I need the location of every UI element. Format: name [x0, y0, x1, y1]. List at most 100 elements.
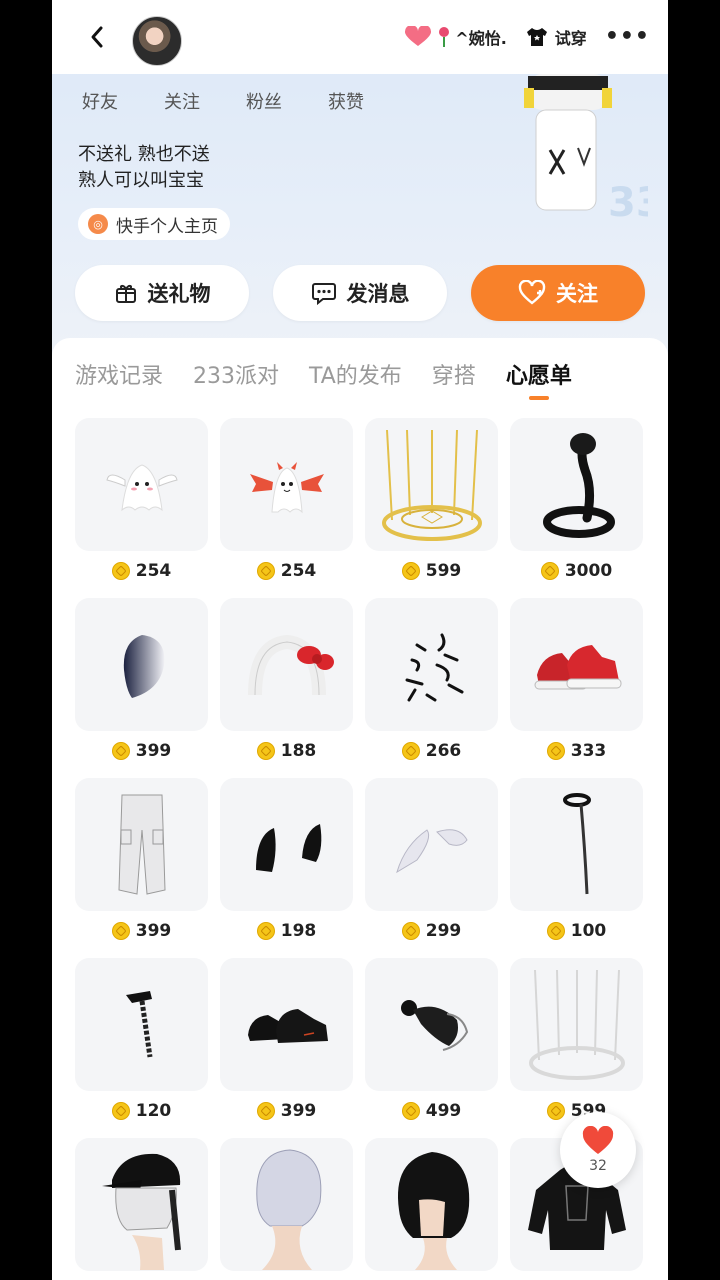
- wishlist-item[interactable]: 399: [75, 778, 208, 958]
- wishlist-item[interactable]: 399: [220, 958, 353, 1138]
- golden-cage-icon: [381, 429, 482, 541]
- choker-chain-icon: [562, 792, 591, 894]
- item-price: 399: [135, 741, 172, 761]
- wishlist-item[interactable]: 120: [75, 958, 208, 1138]
- stat-fans[interactable]: 粉丝: [246, 88, 282, 114]
- action-buttons: 送礼物 发消息 关注: [75, 265, 645, 321]
- tab-outfits[interactable]: 穿搭: [432, 358, 476, 390]
- calligraphy-icon: [405, 633, 463, 701]
- send-gift-label: 送礼物: [147, 282, 211, 306]
- black-shoes-icon: [247, 1008, 328, 1043]
- wishlist-item[interactable]: 599: [510, 958, 643, 1138]
- follow-label: 关注: [556, 282, 598, 306]
- item-price: 399: [135, 921, 172, 941]
- heart-plus-icon: [518, 280, 546, 305]
- item-price: 333: [570, 741, 607, 761]
- try-on-button[interactable]: 试穿: [525, 25, 587, 49]
- more-button[interactable]: •••: [605, 24, 650, 49]
- black-snake-icon: [542, 432, 615, 538]
- like-floating-button[interactable]: 32: [560, 1112, 636, 1188]
- coin-icon: [540, 562, 559, 580]
- cap-hair-icon: [101, 1153, 181, 1270]
- wishlist-item[interactable]: 188: [220, 598, 353, 778]
- avatar-3d-figure[interactable]: 33: [498, 74, 648, 224]
- coin-icon: [111, 922, 130, 940]
- wishlist-item[interactable]: 100: [510, 778, 643, 958]
- bio-line-2: 熟人可以叫宝宝: [78, 170, 204, 191]
- red-sneakers-icon: [534, 644, 621, 689]
- black-ears-icon: [255, 823, 321, 872]
- coin-icon: [401, 922, 420, 940]
- coin-icon: [256, 742, 275, 760]
- dark-hood-icon: [400, 999, 468, 1051]
- wishlist-item[interactable]: 499: [365, 958, 498, 1138]
- nickname-badge[interactable]: ^婉怡.: [403, 25, 507, 49]
- white-ears-icon: [395, 828, 468, 873]
- coin-icon: [401, 562, 420, 580]
- silver-hair-icon: [255, 1148, 321, 1270]
- wishlist-item[interactable]: [75, 1138, 208, 1280]
- stat-friends[interactable]: 好友: [82, 88, 118, 114]
- send-message-button[interactable]: 发消息: [273, 265, 447, 321]
- try-on-label: 试穿: [554, 28, 587, 48]
- item-price: 499: [425, 1101, 462, 1121]
- tab-posts[interactable]: TA的发布: [309, 358, 402, 390]
- tab-game-records[interactable]: 游戏记录: [75, 358, 163, 390]
- wishlist-item[interactable]: 3000: [510, 418, 643, 598]
- tshirt-icon: [526, 27, 547, 46]
- tab-233-party[interactable]: 233派对: [193, 358, 279, 390]
- gradient-hair-icon: [123, 634, 164, 698]
- coin-icon: [256, 922, 275, 940]
- coin-icon: [111, 742, 130, 760]
- stat-likes[interactable]: 获赞: [328, 88, 364, 114]
- coin-icon: [546, 1102, 565, 1120]
- follow-button[interactable]: 关注: [471, 265, 645, 321]
- gift-icon: [115, 285, 136, 303]
- wishlist-item[interactable]: 399: [75, 598, 208, 778]
- coin-icon: [111, 562, 130, 580]
- send-gift-button[interactable]: 送礼物: [75, 265, 249, 321]
- coin-icon: [546, 742, 565, 760]
- item-price: 198: [280, 921, 317, 941]
- coin-icon: [256, 1102, 275, 1120]
- coin-icon: [546, 922, 565, 940]
- item-price: 599: [425, 561, 462, 581]
- nickname: ^婉怡.: [455, 28, 507, 48]
- item-price: 3000: [564, 561, 613, 581]
- hello-kitty-headband-icon: [247, 634, 334, 695]
- wishlist-item[interactable]: 266: [365, 598, 498, 778]
- wishlist-item[interactable]: 198: [220, 778, 353, 958]
- wishlist-item[interactable]: 254: [220, 418, 353, 598]
- tab-wishlist[interactable]: 心愿单: [506, 358, 572, 400]
- wishlist-item[interactable]: 254: [75, 418, 208, 598]
- tab-bar: 游戏记录 233派对 TA的发布 穿搭 心愿单: [75, 358, 572, 400]
- wishlist-item[interactable]: 299: [365, 778, 498, 958]
- wishlist-item[interactable]: [220, 1138, 353, 1280]
- item-price: 188: [280, 741, 317, 761]
- heart-icon: [582, 1126, 614, 1154]
- stat-following[interactable]: 关注: [164, 88, 200, 114]
- coin-icon: [111, 1102, 130, 1120]
- coin-icon: [401, 742, 420, 760]
- wishlist-item[interactable]: 599: [365, 418, 498, 598]
- like-count: 32: [589, 1158, 607, 1174]
- item-price: 399: [280, 1101, 317, 1121]
- item-price: 254: [135, 561, 172, 581]
- send-message-label: 发消息: [346, 282, 410, 306]
- kuaishou-profile-label: 快手个人主页: [116, 216, 218, 237]
- bio-line-1: 不送礼 熟也不送: [78, 144, 210, 165]
- kuaishou-profile-link[interactable]: ◎ 快手个人主页: [78, 208, 230, 240]
- chain-earring-icon: [125, 990, 152, 1057]
- avatar[interactable]: [132, 16, 182, 66]
- item-price: 266: [425, 741, 462, 761]
- wishlist-item[interactable]: [365, 1138, 498, 1280]
- wishlist-item[interactable]: 333: [510, 598, 643, 778]
- item-price: 254: [280, 561, 317, 581]
- ghost-angel-icon: [105, 463, 178, 511]
- cargo-pants-icon: [117, 794, 166, 895]
- coin-icon: [401, 1102, 420, 1120]
- stats-row: 好友 关注 粉丝 获赞: [82, 88, 364, 114]
- item-price: 100: [570, 921, 607, 941]
- back-button[interactable]: [82, 22, 112, 52]
- ghost-devil-icon: [249, 461, 324, 513]
